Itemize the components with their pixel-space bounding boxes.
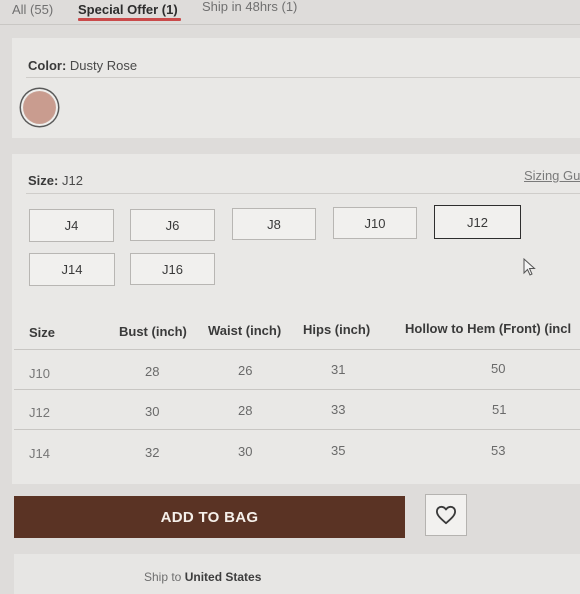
- table-cell-hips: 33: [331, 402, 346, 417]
- size-option-j16[interactable]: J16: [130, 253, 215, 285]
- table-cell-bust: 28: [145, 364, 160, 379]
- tab-all[interactable]: All (55): [12, 2, 53, 17]
- table-cell-size: J12: [29, 405, 50, 420]
- table-cell-waist: 26: [238, 363, 253, 378]
- table-cell-size: J14: [29, 446, 50, 461]
- color-swatch-dusty-rose[interactable]: [24, 92, 55, 123]
- table-header-hips: Hips (inch): [303, 322, 371, 337]
- color-divider: [26, 77, 580, 78]
- shipping-info[interactable]: Ship to United States: [144, 570, 261, 584]
- add-to-bag-button[interactable]: ADD TO BAG: [14, 496, 405, 538]
- size-option-j6[interactable]: J6: [130, 209, 215, 241]
- table-cell-hips: 35: [331, 443, 346, 458]
- table-header-bust: Bust (inch): [119, 324, 187, 339]
- table-cell-hollow-to-hem: 53: [491, 443, 506, 458]
- table-header-size: Size: [29, 325, 56, 340]
- table-cell-bust: 32: [145, 445, 160, 460]
- table-cell-bust: 30: [145, 404, 160, 419]
- table-header-divider: [14, 349, 580, 350]
- size-card: [12, 154, 580, 484]
- table-header-waist: Waist (inch): [208, 323, 282, 338]
- filter-tabs: All (55) Special Offer (1) Ship in 48hrs…: [0, 0, 580, 28]
- heart-icon: [435, 505, 456, 525]
- shipping-country: United States: [184, 570, 262, 584]
- active-tab-indicator: [78, 18, 181, 21]
- size-divider: [26, 193, 580, 194]
- size-option-j12[interactable]: J12: [434, 205, 521, 239]
- size-label-key: Size:: [28, 173, 59, 188]
- mouse-cursor-icon: [523, 258, 536, 276]
- size-option-j10[interactable]: J10: [333, 207, 417, 239]
- color-value: Dusty Rose: [69, 58, 138, 73]
- size-option-j14[interactable]: J14: [29, 253, 115, 286]
- table-cell-hollow-to-hem: 51: [492, 402, 507, 417]
- table-cell-hips: 31: [331, 362, 346, 377]
- size-label: Size: J12: [28, 173, 83, 188]
- tab-ship-48hrs[interactable]: Ship in 48hrs (1): [202, 0, 297, 14]
- shipping-prefix: Ship to: [144, 570, 182, 584]
- shipping-card: [14, 554, 580, 594]
- table-cell-size: J10: [29, 366, 50, 381]
- tab-special-offer[interactable]: Special Offer (1): [78, 2, 178, 17]
- size-value: J12: [61, 173, 83, 188]
- size-option-j4[interactable]: J4: [29, 209, 114, 242]
- table-row-divider: [14, 389, 580, 390]
- wishlist-button[interactable]: [425, 494, 467, 536]
- table-row-divider: [14, 429, 580, 430]
- table-cell-waist: 30: [238, 444, 253, 459]
- color-label-key: Color:: [28, 58, 67, 73]
- color-label: Color: Dusty Rose: [28, 58, 137, 73]
- size-option-j8[interactable]: J8: [232, 208, 316, 240]
- tabs-divider: [0, 24, 580, 25]
- color-card: [12, 38, 580, 138]
- table-cell-waist: 28: [238, 403, 253, 418]
- table-cell-hollow-to-hem: 50: [491, 361, 506, 376]
- sizing-guide-link[interactable]: Sizing Gu: [524, 168, 580, 183]
- table-header-hollow-to-hem: Hollow to Hem (Front) (incl: [405, 321, 572, 336]
